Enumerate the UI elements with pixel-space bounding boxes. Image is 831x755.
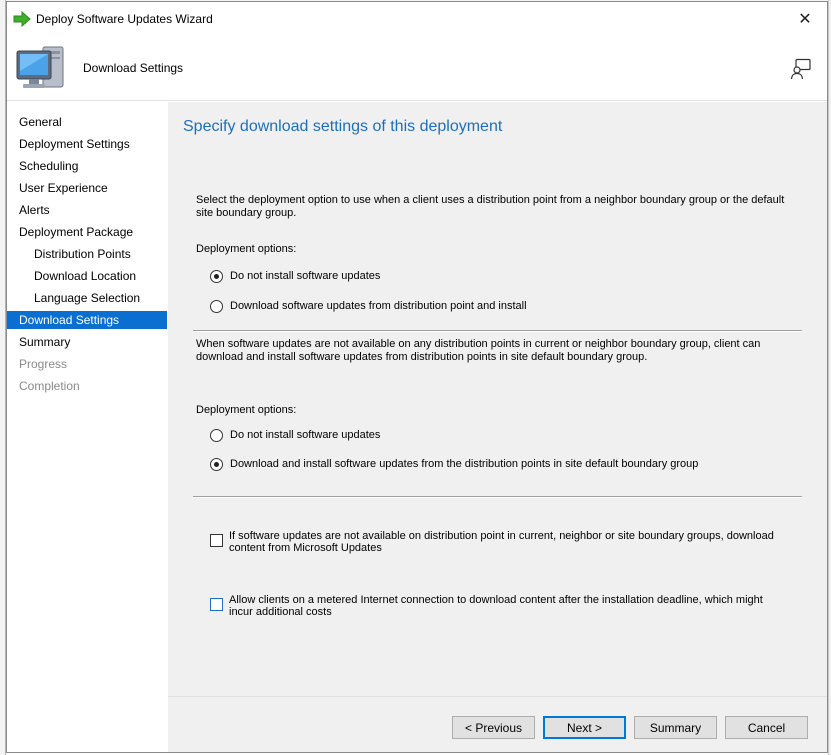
nav-item-language-selection[interactable]: Language Selection — [7, 289, 167, 307]
green-arrow-icon — [13, 11, 31, 27]
nav-item-general[interactable]: General — [7, 113, 167, 131]
radio-label: Do not install software updates — [230, 429, 381, 441]
checkbox-label: Allow clients on a metered Internet conn… — [229, 594, 763, 618]
help-person-icon[interactable] — [790, 58, 812, 80]
next-button[interactable]: Next > — [543, 716, 626, 739]
section2-options-label: Deployment options: — [196, 404, 297, 416]
nav-item-progress: Progress — [19, 357, 68, 371]
radio-s2-do-not-install[interactable]: Do not install software updates — [210, 427, 380, 443]
radio-s1-download-and-install[interactable]: Download software updates from distribut… — [210, 298, 527, 314]
radio-label: Do not install software updates — [230, 270, 381, 282]
previous-button[interactable]: < Previous — [452, 716, 535, 739]
nav-item-user-experience[interactable]: User Experience — [7, 179, 167, 197]
page-name: Download Settings — [83, 61, 184, 75]
nav-item-alerts[interactable]: Alerts — [7, 201, 167, 219]
wizard-nav: General Deployment Settings Scheduling U… — [7, 102, 168, 752]
checkbox-box[interactable] — [210, 534, 223, 547]
divider — [193, 496, 802, 498]
divider — [193, 330, 802, 332]
radio-button[interactable] — [210, 269, 223, 283]
radio-label: Download and install software updates fr… — [230, 458, 699, 470]
radio-label: Download software updates from distribut… — [230, 300, 527, 312]
wizard-footer: < Previous Next > Summary Cancel — [168, 696, 827, 752]
checkbox-microsoft-updates[interactable]: If software updates are not available on… — [210, 530, 789, 554]
radio-s2-download-from-default[interactable]: Download and install software updates fr… — [210, 456, 698, 472]
nav-item-deployment-package[interactable]: Deployment Package — [7, 223, 167, 241]
section2-description: When software updates are not available … — [196, 338, 761, 363]
nav-item-deployment-settings[interactable]: Deployment Settings — [7, 135, 167, 153]
nav-item-distribution-points[interactable]: Distribution Points — [7, 245, 167, 263]
title-bar: Deploy Software Updates Wizard ✕ — [7, 2, 827, 36]
nav-item-completion: Completion — [19, 379, 80, 393]
radio-button[interactable] — [210, 457, 223, 471]
wizard-header: Download Settings — [7, 36, 827, 101]
nav-item-summary[interactable]: Summary — [7, 333, 167, 351]
nav-item-download-settings[interactable]: Download Settings — [7, 311, 167, 329]
radio-s1-do-not-install[interactable]: Do not install software updates — [210, 268, 380, 284]
wizard-content: Specify download settings of this deploy… — [168, 102, 827, 696]
summary-button[interactable]: Summary — [634, 716, 717, 739]
nav-item-download-location[interactable]: Download Location — [7, 267, 167, 285]
section1-options-label: Deployment options: — [196, 243, 297, 255]
checkbox-metered-connection[interactable]: Allow clients on a metered Internet conn… — [210, 594, 789, 618]
radio-button[interactable] — [210, 299, 223, 313]
window-title: Deploy Software Updates Wizard — [36, 12, 213, 26]
checkbox-box[interactable] — [210, 598, 223, 611]
cancel-button[interactable]: Cancel — [725, 716, 808, 739]
radio-button[interactable] — [210, 428, 223, 442]
computer-monitor-icon — [16, 46, 64, 88]
close-icon[interactable]: ✕ — [783, 2, 827, 36]
page-heading: Specify download settings of this deploy… — [183, 118, 503, 135]
section1-description: Select the deployment option to use when… — [196, 194, 785, 219]
checkbox-label: If software updates are not available on… — [229, 530, 774, 554]
wizard-window: Deploy Software Updates Wizard ✕ Downloa… — [6, 1, 828, 753]
nav-item-scheduling[interactable]: Scheduling — [7, 157, 167, 175]
